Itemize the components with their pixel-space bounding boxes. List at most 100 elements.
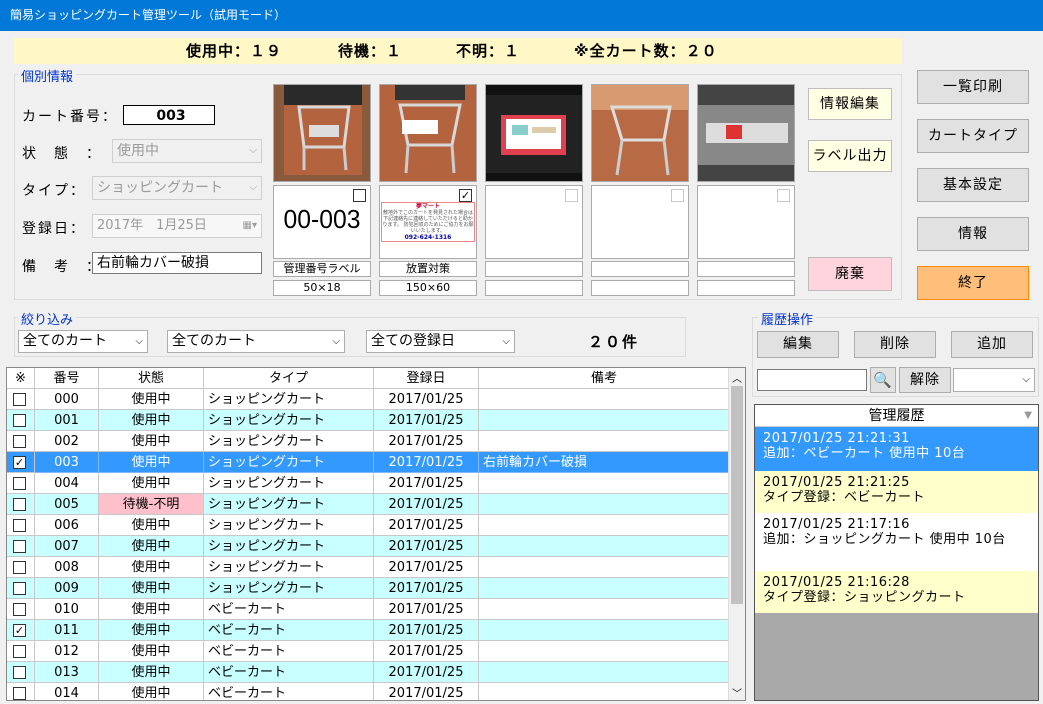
- label-slot-4-checkbox[interactable]: [671, 189, 684, 202]
- row-checkbox[interactable]: [13, 540, 26, 553]
- date-picker[interactable]: 2017年 1月25日 ▦▾: [92, 214, 262, 238]
- basic-settings-button[interactable]: 基本設定: [917, 168, 1029, 202]
- search-icon: 🔍: [873, 371, 893, 389]
- row-checkbox[interactable]: ✓: [13, 624, 26, 637]
- note-field[interactable]: 右前輪カバー破損: [92, 252, 262, 274]
- column-header[interactable]: 登録日: [374, 368, 479, 389]
- filter-type-select[interactable]: 全てのカート ⌵: [167, 330, 345, 353]
- column-header[interactable]: 状態: [99, 368, 204, 389]
- row-checkbox-cell[interactable]: [7, 536, 35, 557]
- history-item[interactable]: 2017/01/25 21:17:16 追加：ショッピングカート 使用中 10台: [755, 513, 1038, 571]
- cell-status: 使用中: [99, 599, 204, 620]
- row-checkbox-cell[interactable]: [7, 662, 35, 683]
- label-slot-2-checkbox[interactable]: ✓: [459, 189, 472, 202]
- row-checkbox-cell[interactable]: [7, 557, 35, 578]
- scroll-up-icon[interactable]: ︿: [732, 370, 742, 385]
- table-row[interactable]: 007 使用中 ショッピングカート 2017/01/25: [7, 536, 730, 557]
- row-checkbox-cell[interactable]: [7, 494, 35, 515]
- row-checkbox-cell[interactable]: [7, 599, 35, 620]
- column-header[interactable]: ※: [7, 368, 35, 389]
- row-checkbox[interactable]: [13, 666, 26, 679]
- row-checkbox[interactable]: [13, 687, 26, 700]
- row-checkbox-cell[interactable]: [7, 641, 35, 662]
- edit-info-button[interactable]: 情報編集: [808, 88, 892, 120]
- table-row[interactable]: 005 待機-不明 ショッピングカート 2017/01/25: [7, 494, 730, 515]
- row-checkbox[interactable]: [13, 582, 26, 595]
- table-row[interactable]: 002 使用中 ショッピングカート 2017/01/25: [7, 431, 730, 452]
- table-row[interactable]: 013 使用中 ベビーカート 2017/01/25: [7, 662, 730, 683]
- label-slot-1[interactable]: 00-003: [273, 185, 371, 259]
- label-slot-3[interactable]: [485, 185, 583, 259]
- history-item[interactable]: 2017/01/25 21:21:25 タイプ登録：ベビーカート: [755, 471, 1038, 513]
- search-button[interactable]: 🔍: [870, 367, 896, 393]
- cart-no-field[interactable]: 003: [123, 105, 215, 125]
- clear-button[interactable]: 解除: [899, 367, 951, 393]
- label-slot-5[interactable]: [697, 185, 795, 259]
- row-checkbox-cell[interactable]: [7, 473, 35, 494]
- row-checkbox-cell[interactable]: [7, 515, 35, 536]
- column-header[interactable]: 番号: [35, 368, 99, 389]
- label-slot-2[interactable]: ✓ 夢マート 敷地外でこのカートを発見された場合は下記連絡先に連絡していただける…: [379, 185, 477, 259]
- row-checkbox[interactable]: [13, 519, 26, 532]
- row-checkbox[interactable]: [13, 498, 26, 511]
- row-checkbox-cell[interactable]: [7, 389, 35, 410]
- table-row[interactable]: 006 使用中 ショッピングカート 2017/01/25: [7, 515, 730, 536]
- table-row[interactable]: 000 使用中 ショッピングカート 2017/01/25: [7, 389, 730, 410]
- row-checkbox[interactable]: [13, 561, 26, 574]
- row-checkbox-cell[interactable]: [7, 410, 35, 431]
- cart-photo-2[interactable]: [379, 84, 477, 182]
- history-search-input[interactable]: [757, 369, 867, 391]
- table-row[interactable]: ✓ 011 使用中 ベビーカート 2017/01/25: [7, 620, 730, 641]
- cart-table[interactable]: ※ 番号 状態 タイプ 登録日 備考 000 使用中 ショッピングカート 2017/01/25 00…: [6, 367, 746, 701]
- cart-photo-1[interactable]: [273, 84, 371, 182]
- cart-photo-4[interactable]: [591, 84, 689, 182]
- row-checkbox-cell[interactable]: [7, 683, 35, 700]
- cart-type-button[interactable]: カートタイプ: [917, 119, 1029, 153]
- info-button[interactable]: 情報: [917, 217, 1029, 251]
- history-add-button[interactable]: 追加: [951, 331, 1033, 358]
- label-slot-3-checkbox[interactable]: [565, 189, 578, 202]
- discard-button[interactable]: 廃棄: [808, 257, 892, 291]
- row-checkbox[interactable]: [13, 393, 26, 406]
- row-checkbox-cell[interactable]: ✓: [7, 620, 35, 641]
- column-header[interactable]: タイプ: [204, 368, 374, 389]
- label-slot-1-checkbox[interactable]: [353, 189, 366, 202]
- label-slot-4[interactable]: [591, 185, 689, 259]
- status-combo[interactable]: 使用中 ⌵: [112, 139, 262, 163]
- history-filter-select[interactable]: ⌵: [953, 368, 1035, 392]
- row-checkbox[interactable]: [13, 603, 26, 616]
- row-checkbox[interactable]: ✓: [13, 456, 26, 469]
- table-row[interactable]: 008 使用中 ショッピングカート 2017/01/25: [7, 557, 730, 578]
- table-row[interactable]: 001 使用中 ショッピングカート 2017/01/25: [7, 410, 730, 431]
- cart-photo-3[interactable]: [485, 84, 583, 182]
- type-combo[interactable]: ショッピングカート ⌵: [92, 176, 262, 200]
- row-checkbox[interactable]: [13, 645, 26, 658]
- table-row[interactable]: 010 使用中 ベビーカート 2017/01/25: [7, 599, 730, 620]
- history-delete-button[interactable]: 削除: [854, 331, 936, 358]
- row-checkbox[interactable]: [13, 435, 26, 448]
- history-edit-button[interactable]: 編集: [757, 331, 839, 358]
- table-row[interactable]: 012 使用中 ベビーカート 2017/01/25: [7, 641, 730, 662]
- label-slot-5-checkbox[interactable]: [777, 189, 790, 202]
- history-item[interactable]: 2017/01/25 21:21:31 追加：ベビーカート 使用中 10台: [755, 427, 1038, 471]
- scroll-down-icon[interactable]: ﹀: [732, 685, 742, 700]
- history-item[interactable]: 2017/01/25 21:16:28 タイプ登録：ショッピングカート: [755, 571, 1038, 613]
- filter-cart-select[interactable]: 全てのカート ⌵: [18, 330, 148, 353]
- label-output-button[interactable]: ラベル出力: [808, 140, 892, 172]
- cart-photo-5[interactable]: [697, 84, 795, 182]
- table-row[interactable]: 014 使用中 ベビーカート 2017/01/25: [7, 683, 730, 700]
- row-checkbox[interactable]: [13, 477, 26, 490]
- scroll-thumb[interactable]: [731, 386, 743, 604]
- print-list-button[interactable]: 一覧印刷: [917, 70, 1029, 104]
- table-scrollbar[interactable]: ︿ ﹀: [728, 368, 745, 700]
- row-checkbox[interactable]: [13, 414, 26, 427]
- table-row[interactable]: 009 使用中 ショッピングカート 2017/01/25: [7, 578, 730, 599]
- column-header[interactable]: 備考: [479, 368, 730, 389]
- table-row[interactable]: ✓ 003 使用中 ショッピングカート 2017/01/25 右前輪カバー破損: [7, 452, 730, 473]
- row-checkbox-cell[interactable]: [7, 578, 35, 599]
- exit-button[interactable]: 終了: [917, 266, 1029, 300]
- row-checkbox-cell[interactable]: ✓: [7, 452, 35, 473]
- filter-date-select[interactable]: 全ての登録日 ⌵: [366, 330, 515, 353]
- table-row[interactable]: 004 使用中 ショッピングカート 2017/01/25: [7, 473, 730, 494]
- row-checkbox-cell[interactable]: [7, 431, 35, 452]
